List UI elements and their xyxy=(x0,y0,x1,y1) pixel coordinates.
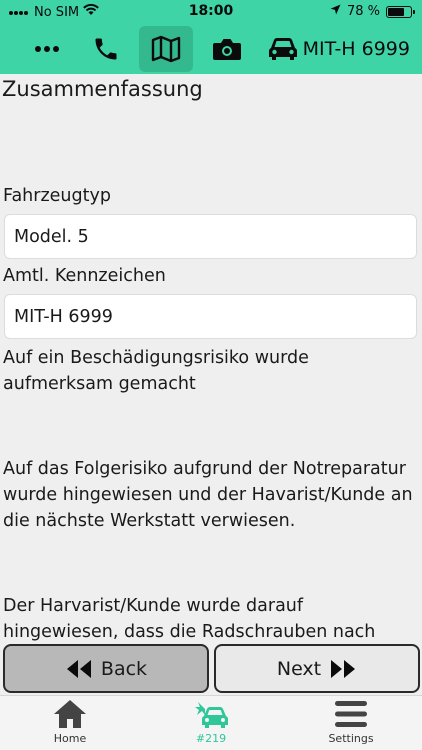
note-follow-up-risk: Auf das Folgerisiko aufgrund der Notrepa… xyxy=(3,459,413,531)
car-crash-icon xyxy=(195,702,228,728)
phone-icon xyxy=(95,38,117,60)
tab-bar: Home #219 Settings xyxy=(0,695,422,750)
status-bar: No SIM 18:00 78 % xyxy=(0,0,422,24)
note-damage-risk: Auf ein Beschädigungsrisiko wurde aufmer… xyxy=(3,348,309,394)
vehicle-plate-button[interactable]: MIT-H 6999 xyxy=(267,26,410,72)
back-button[interactable]: Back xyxy=(3,644,209,693)
tab-settings-label: Settings xyxy=(328,732,374,745)
tab-home-label: Home xyxy=(53,732,87,745)
fast-forward-icon xyxy=(331,659,356,678)
menu-icon xyxy=(335,701,367,727)
map-icon xyxy=(151,35,181,63)
plate-field[interactable] xyxy=(4,294,417,339)
summary-content[interactable]: Fahrzeugtyp Amtl. Kennzeichen Auf ein Be… xyxy=(0,110,422,642)
vehicle-type-label: Fahrzeugtyp xyxy=(3,186,111,206)
camera-button[interactable] xyxy=(204,26,250,72)
camera-icon xyxy=(213,39,241,60)
back-label: Back xyxy=(100,657,148,680)
car-icon xyxy=(268,38,297,60)
battery-icon xyxy=(386,5,415,18)
rewind-icon xyxy=(66,659,91,678)
next-label: Next xyxy=(276,657,322,680)
location-arrow-icon xyxy=(330,4,341,19)
next-button[interactable]: Next xyxy=(214,644,420,693)
battery-percent: 78 % xyxy=(346,4,380,19)
tab-case-label: #219 xyxy=(195,732,227,745)
vehicle-type-field[interactable] xyxy=(4,214,417,259)
home-icon xyxy=(54,700,86,728)
phone-button[interactable] xyxy=(84,26,128,72)
tab-home[interactable]: Home xyxy=(25,698,115,750)
top-toolbar: MIT-H 6999 xyxy=(0,24,422,74)
map-button[interactable] xyxy=(139,26,193,72)
more-button[interactable] xyxy=(26,26,68,72)
tab-settings[interactable]: Settings xyxy=(306,698,396,750)
vehicle-plate-text: MIT-H 6999 xyxy=(302,38,410,60)
plate-label: Amtl. Kennzeichen xyxy=(3,266,166,286)
more-icon xyxy=(35,46,59,52)
tab-case[interactable]: #219 xyxy=(166,698,256,750)
wizard-navigation: Back Next xyxy=(0,642,422,694)
page-title: Zusammenfassung xyxy=(2,77,203,101)
note-wheel-bolts: Der Harvarist/Kunde wurde darauf hingewi… xyxy=(3,596,376,642)
